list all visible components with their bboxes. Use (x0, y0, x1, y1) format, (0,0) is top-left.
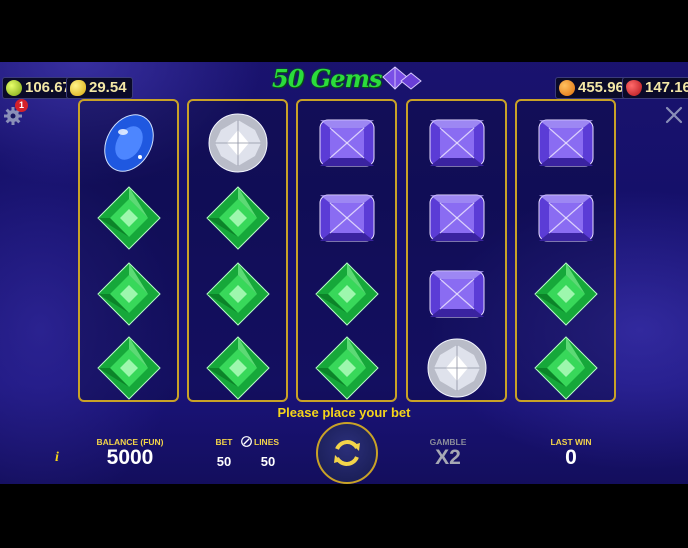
balance-value: 5000 (106, 446, 154, 469)
reel-1 (78, 99, 179, 402)
white-round-gem-icon (408, 331, 505, 405)
purple-cushion-gem-icon (517, 106, 614, 180)
bottom-bar (0, 484, 688, 548)
green-square-gem-icon (189, 181, 286, 255)
gamble-value[interactable]: X2 (420, 446, 476, 470)
last-win-value: 0 (565, 446, 577, 469)
purple-cushion-gem-icon (298, 181, 395, 255)
notification-badge: 1 (15, 99, 28, 112)
strawberry-jackpot-pill: 147.16 (622, 77, 688, 99)
lines-icon (241, 436, 252, 447)
blue-oval-gem-icon (80, 106, 177, 180)
green-square-gem-icon (517, 257, 614, 331)
lines-label: LINES (254, 437, 280, 447)
lemon-jackpot-value: 29.54 (89, 79, 127, 96)
bet-value[interactable]: 50 (208, 454, 240, 469)
lime-icon (6, 80, 22, 96)
info-button[interactable]: i (55, 450, 59, 466)
green-square-gem-icon (517, 331, 614, 405)
reel-2 (187, 99, 288, 402)
green-square-gem-icon (298, 331, 395, 405)
lemon-icon (70, 80, 86, 96)
strawberry-jackpot-value: 147.16 (645, 79, 688, 96)
green-square-gem-icon (189, 331, 286, 405)
reel-5 (515, 99, 616, 402)
green-square-gem-icon (80, 331, 177, 405)
lines-value[interactable]: 50 (252, 454, 284, 469)
green-square-gem-icon (80, 257, 177, 331)
purple-cushion-gem-icon (408, 181, 505, 255)
green-square-gem-icon (298, 257, 395, 331)
game-stage: 50 Gems 106.67 29.54 455.96 147.16 1 Ple… (0, 0, 688, 548)
strawberry-icon (626, 80, 642, 96)
orange-icon (559, 80, 575, 96)
reel-3 (296, 99, 397, 402)
reel-4 (406, 99, 507, 402)
purple-cushion-gem-icon (408, 106, 505, 180)
purple-cushion-gem-icon (298, 106, 395, 180)
logo-gem-icon (382, 66, 422, 90)
white-round-gem-icon (189, 106, 286, 180)
lemon-jackpot-pill: 29.54 (66, 77, 133, 99)
top-bar (0, 0, 688, 62)
green-square-gem-icon (189, 257, 286, 331)
status-message: Please place your bet (277, 405, 411, 420)
bet-label: BET (215, 437, 233, 447)
purple-cushion-gem-icon (408, 257, 505, 331)
green-square-gem-icon (80, 181, 177, 255)
game-logo: 50 Gems (272, 64, 382, 93)
orange-jackpot-value: 455.96 (578, 79, 624, 96)
refresh-icon (334, 440, 360, 466)
purple-cushion-gem-icon (517, 181, 614, 255)
spin-button[interactable] (316, 422, 378, 484)
orange-jackpot-pill: 455.96 (555, 77, 630, 99)
lime-jackpot-value: 106.67 (25, 79, 71, 96)
close-icon[interactable] (664, 105, 684, 125)
